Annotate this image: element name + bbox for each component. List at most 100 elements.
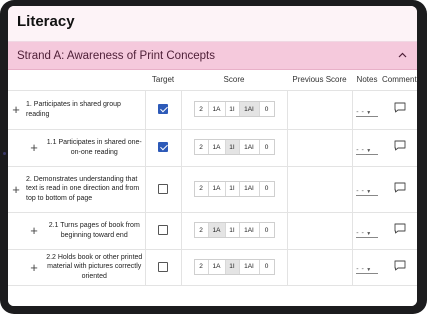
target-cell [145,166,182,213]
score-cell: 2 1A 1I 1AI 0 [181,90,288,130]
comment-icon[interactable] [394,180,406,198]
score-option-button[interactable]: 1AI [239,140,260,155]
notes-cell: - - ▼ [352,212,382,250]
score-option-button[interactable]: 1AI [239,259,260,274]
column-header-comments: Comments [382,70,417,91]
strand-title: Strand A: Awareness of Print Concepts [17,49,215,62]
previous-score-cell [287,249,353,286]
dropdown-arrow-icon: ▼ [364,147,372,154]
score-selector: 2 1A 1I 1AI 0 [193,180,275,197]
notes-dropdown[interactable]: - - ▼ [356,147,379,155]
comment-icon[interactable] [394,100,406,118]
column-header-score: Score [181,70,287,91]
standard-text: 2.1 Turns pages of book from beginning t… [48,222,140,239]
score-option-button[interactable]: 1I [225,140,240,155]
score-option-button[interactable]: 1A [208,259,226,274]
notes-cell: - - ▼ [352,129,382,167]
page-header: Literacy [8,6,417,42]
expand-plus-icon[interactable]: + [28,223,40,238]
table-row: +1. Participates in shared group reading… [8,90,417,130]
score-option-button[interactable]: 1A [208,181,226,196]
strand-header[interactable]: Strand A: Awareness of Print Concepts [8,42,417,70]
notes-cell: - - ▼ [352,90,382,130]
score-option-button[interactable]: 1A [208,140,226,155]
column-header-previous-score: Previous Score [287,70,352,91]
score-option-button[interactable]: 1I [225,259,240,274]
comment-icon[interactable] [394,138,406,156]
assessment-table: Target Score Previous Score Notes Commen… [8,70,417,286]
target-checkbox[interactable] [158,225,168,236]
score-option-button[interactable]: 0 [259,102,274,117]
score-selector: 2 1A 1I 1AI 0 [193,258,275,275]
front-camera [3,152,6,155]
expand-plus-icon[interactable]: + [10,102,22,117]
notes-dropdown[interactable]: - - ▼ [356,266,379,274]
target-checkbox[interactable] [158,183,168,194]
score-option-button[interactable]: 0 [259,181,274,196]
table-row: +1.1 Participates in shared one-on-one r… [8,129,417,167]
standard-description-cell: +2.2 Holds book or other printed materia… [8,249,146,286]
target-cell [145,90,182,130]
score-option-button[interactable]: 2 [194,140,209,155]
score-cell: 2 1A 1I 1AI 0 [181,212,288,250]
score-option-button[interactable]: 1AI [239,181,260,196]
column-header-notes: Notes [352,70,382,91]
notes-dropdown[interactable]: - - ▼ [356,188,379,196]
notes-dropdown[interactable]: - - ▼ [356,109,379,117]
chevron-up-icon[interactable] [398,50,407,61]
standard-text: 1. Participates in shared group reading [26,101,121,118]
standard-description-cell: +2. Demonstrates understanding that text… [8,166,146,213]
comments-cell [382,212,417,250]
standard-description: +1.1 Participates in shared one-on-one r… [8,138,145,157]
comment-icon[interactable] [394,258,406,276]
standard-text: 2. Demonstrates understanding that text … [26,175,140,202]
column-header-description [8,70,145,91]
page-title: Literacy [17,13,75,30]
target-checkbox[interactable] [158,142,168,153]
standard-description: +2.2 Holds book or other printed materia… [8,253,145,282]
standard-description: +1. Participates in shared group reading [8,100,145,119]
score-option-button[interactable]: 1I [225,102,240,117]
table-row: +2.1 Turns pages of book from beginning … [8,212,417,250]
target-checkbox[interactable] [158,104,168,115]
table-row: +2.2 Holds book or other printed materia… [8,249,417,286]
standard-description: +2.1 Turns pages of book from beginning … [8,221,145,240]
score-option-button[interactable]: 1I [225,181,240,196]
screen-bottom-edge [8,298,417,306]
previous-score-cell [287,129,353,167]
target-checkbox[interactable] [158,261,168,272]
score-option-button[interactable]: 0 [259,259,274,274]
score-option-button[interactable]: 1AI [239,223,260,238]
score-option-button[interactable]: 2 [194,259,209,274]
score-cell: 2 1A 1I 1AI 0 [181,249,288,286]
previous-score-cell [287,166,353,213]
expand-plus-icon[interactable]: + [28,140,40,155]
score-selector: 2 1A 1I 1AI 0 [193,222,275,239]
column-header-target: Target [145,70,181,91]
dropdown-arrow-icon: ▼ [364,109,372,116]
standard-description: +2. Demonstrates understanding that text… [8,175,145,204]
dropdown-arrow-icon: ▼ [364,267,372,273]
comments-cell [382,249,417,286]
app-screen: Literacy Strand A: Awareness of Print Co… [8,6,417,306]
expand-plus-icon[interactable]: + [10,182,22,197]
score-option-button[interactable]: 1AI [239,102,260,117]
score-option-button[interactable]: 2 [194,181,209,196]
score-selector: 2 1A 1I 1AI 0 [193,139,275,156]
score-option-button[interactable]: 2 [194,102,209,117]
score-option-button[interactable]: 1A [208,223,226,238]
score-option-button[interactable]: 0 [259,140,274,155]
comment-icon[interactable] [394,221,406,239]
comments-cell [382,166,417,213]
score-option-button[interactable]: 1A [208,102,226,117]
notes-dropdown[interactable]: - - ▼ [356,230,379,238]
expand-plus-icon[interactable]: + [28,260,40,275]
standard-description-cell: +1. Participates in shared group reading [8,90,146,130]
standard-description-cell: +2.1 Turns pages of book from beginning … [8,212,146,250]
standard-description-cell: +1.1 Participates in shared one-on-one r… [8,129,146,167]
notes-cell: - - ▼ [352,249,382,286]
score-option-button[interactable]: 0 [259,223,274,238]
score-option-button[interactable]: 1I [225,223,240,238]
score-option-button[interactable]: 2 [194,223,209,238]
previous-score-cell [287,90,353,130]
